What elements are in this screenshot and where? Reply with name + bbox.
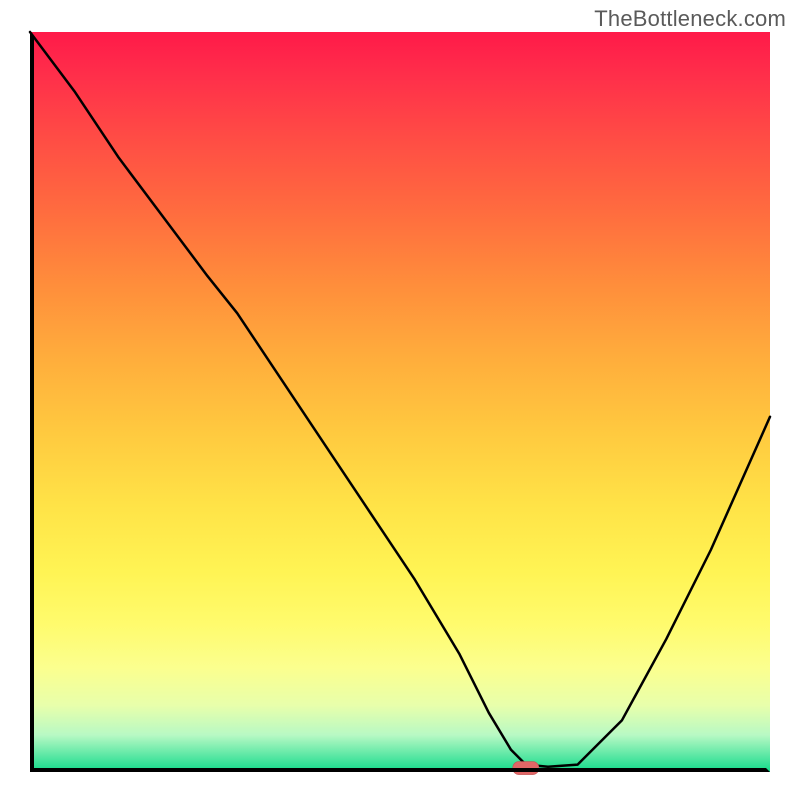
minimum-marker: [513, 762, 539, 775]
source-watermark: TheBottleneck.com: [594, 6, 786, 32]
plot-area: [30, 32, 770, 772]
curve-svg: [30, 32, 770, 772]
bottleneck-curve: [30, 32, 770, 767]
chart-root: TheBottleneck.com: [0, 0, 800, 800]
